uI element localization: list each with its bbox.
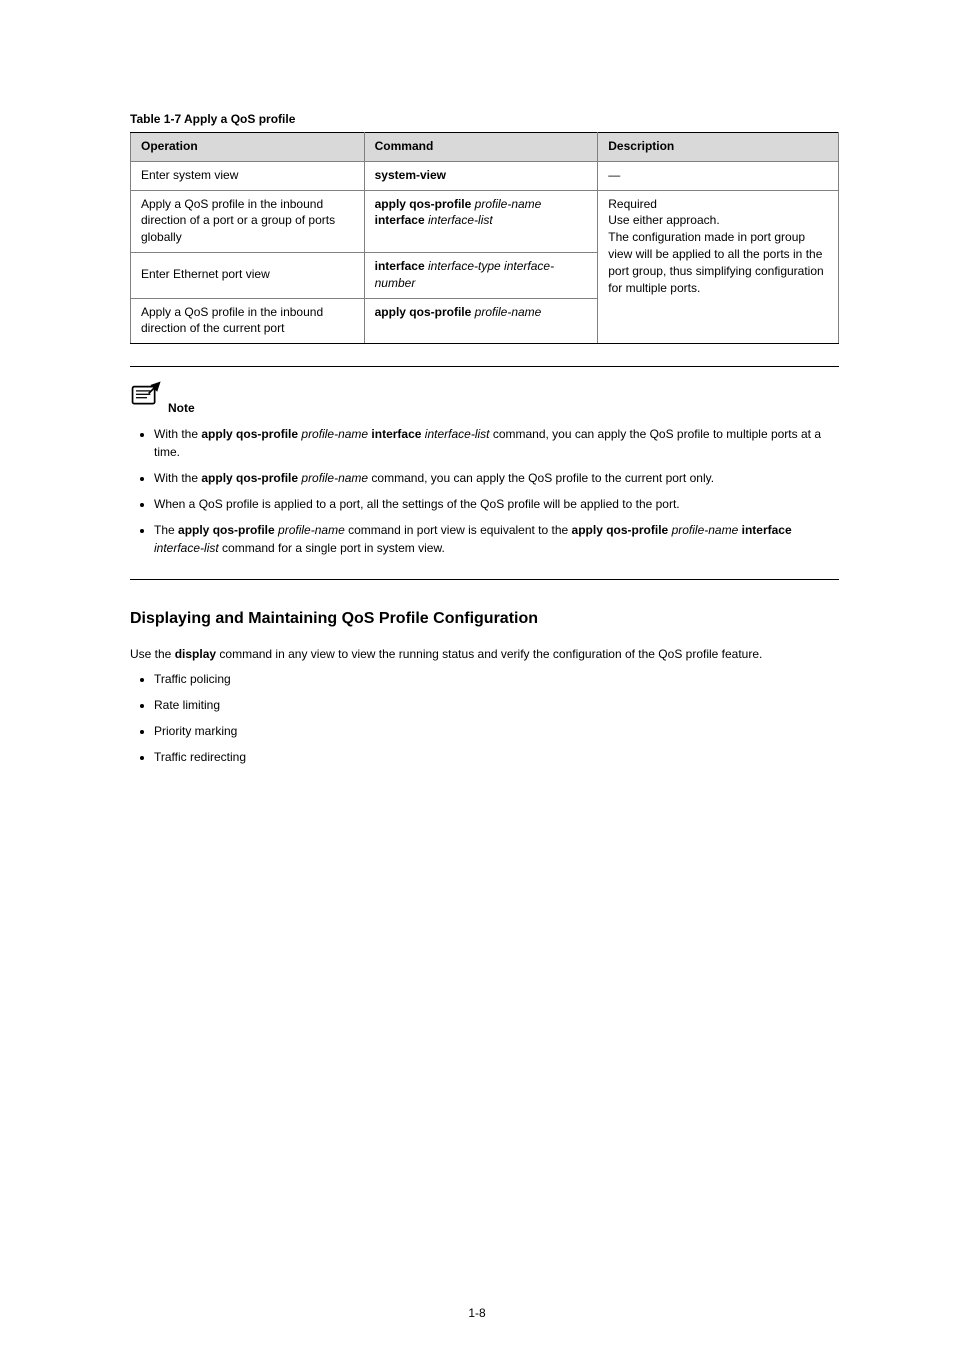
cmd-kw: interface [368,427,425,441]
table-caption-label: Table 1-7 Apply a QoS profile [130,112,295,126]
list-item: Rate limiting [154,696,839,714]
t: With the [154,427,201,441]
intro-paragraph: Use the display command in any view to v… [130,645,839,664]
divider [130,366,839,367]
cell-cmd-0: system-view [364,161,598,190]
list-item: Traffic redirecting [154,748,839,766]
list-item: Traffic policing [154,670,839,688]
cmd-strong: apply qos-profile [375,197,472,211]
cmd-arg: profile-name [475,305,542,319]
maint-list: Traffic policing Rate limiting Priority … [130,670,839,766]
cmd-strong: system-view [375,168,446,182]
cmd-strong: display [175,647,216,661]
cmd-kw: interface [742,523,792,537]
cmd-arg: profile-name [301,427,368,441]
note-header: Note [130,381,839,417]
page-number: 1-8 [468,1304,485,1322]
cell-cmd-2: interface interface-type interface-numbe… [364,252,598,298]
cell-cmd-1: apply qos-profile profile-name interface… [364,190,598,252]
t: command in port view is equivalent to th… [345,523,572,537]
th-description: Description [598,133,839,162]
cmd-strong: apply qos-profile [572,523,669,537]
t: command, you can apply the QoS profile t… [368,471,714,485]
cell-desc-0: — [598,161,839,190]
cmd-strong: apply qos-profile [375,305,472,319]
table-header-row: Operation Command Description [131,133,839,162]
cmd-arg: profile-name [672,523,739,537]
section-heading: Displaying and Maintaining QoS Profile C… [130,606,839,632]
note-label: Note [168,399,195,417]
cmd-arg: interface-list [428,213,493,227]
cmd-kw: interface [375,213,425,227]
list-item: Priority marking [154,722,839,740]
cmd-strong: interface [375,259,425,273]
cell-desc-1: Required Use either approach. The config… [598,190,839,344]
list-item: With the apply qos-profile profile-name … [154,469,839,487]
cmd-strong: apply qos-profile [201,471,298,485]
th-command: Command [364,133,598,162]
note-icon [130,381,164,417]
note-list: With the apply qos-profile profile-name … [130,425,839,557]
list-item: With the apply qos-profile profile-name … [154,425,839,461]
cell-cmd-3: apply qos-profile profile-name [364,298,598,344]
cmd-arg: profile-name [475,197,542,211]
table-row: Apply a QoS profile in the inbound direc… [131,190,839,252]
cell-op-1: Apply a QoS profile in the inbound direc… [131,190,365,252]
cell-op-2: Enter Ethernet port view [131,252,365,298]
t: When a QoS profile is applied to a port,… [154,497,680,511]
cmd-arg: interface-list [425,427,490,441]
table-row: Enter system view system-view — [131,161,839,190]
th-operation: Operation [131,133,365,162]
t: With the [154,471,201,485]
t: command in any view to view the running … [216,647,762,661]
t: command for a single port in system view… [219,541,445,555]
cmd-strong: apply qos-profile [201,427,298,441]
qos-profile-table: Operation Command Description Enter syst… [130,132,839,344]
cell-op-0: Enter system view [131,161,365,190]
t: The [154,523,178,537]
cmd-arg: profile-name [278,523,345,537]
cmd-strong: apply qos-profile [178,523,275,537]
list-item: When a QoS profile is applied to a port,… [154,495,839,513]
list-item: The apply qos-profile profile-name comma… [154,521,839,557]
cell-op-3: Apply a QoS profile in the inbound direc… [131,298,365,344]
t: Use the [130,647,175,661]
cmd-arg: interface-list [154,541,219,555]
table-caption: Table 1-7 Apply a QoS profile [130,110,839,128]
divider [130,579,839,580]
cmd-arg: profile-name [301,471,368,485]
